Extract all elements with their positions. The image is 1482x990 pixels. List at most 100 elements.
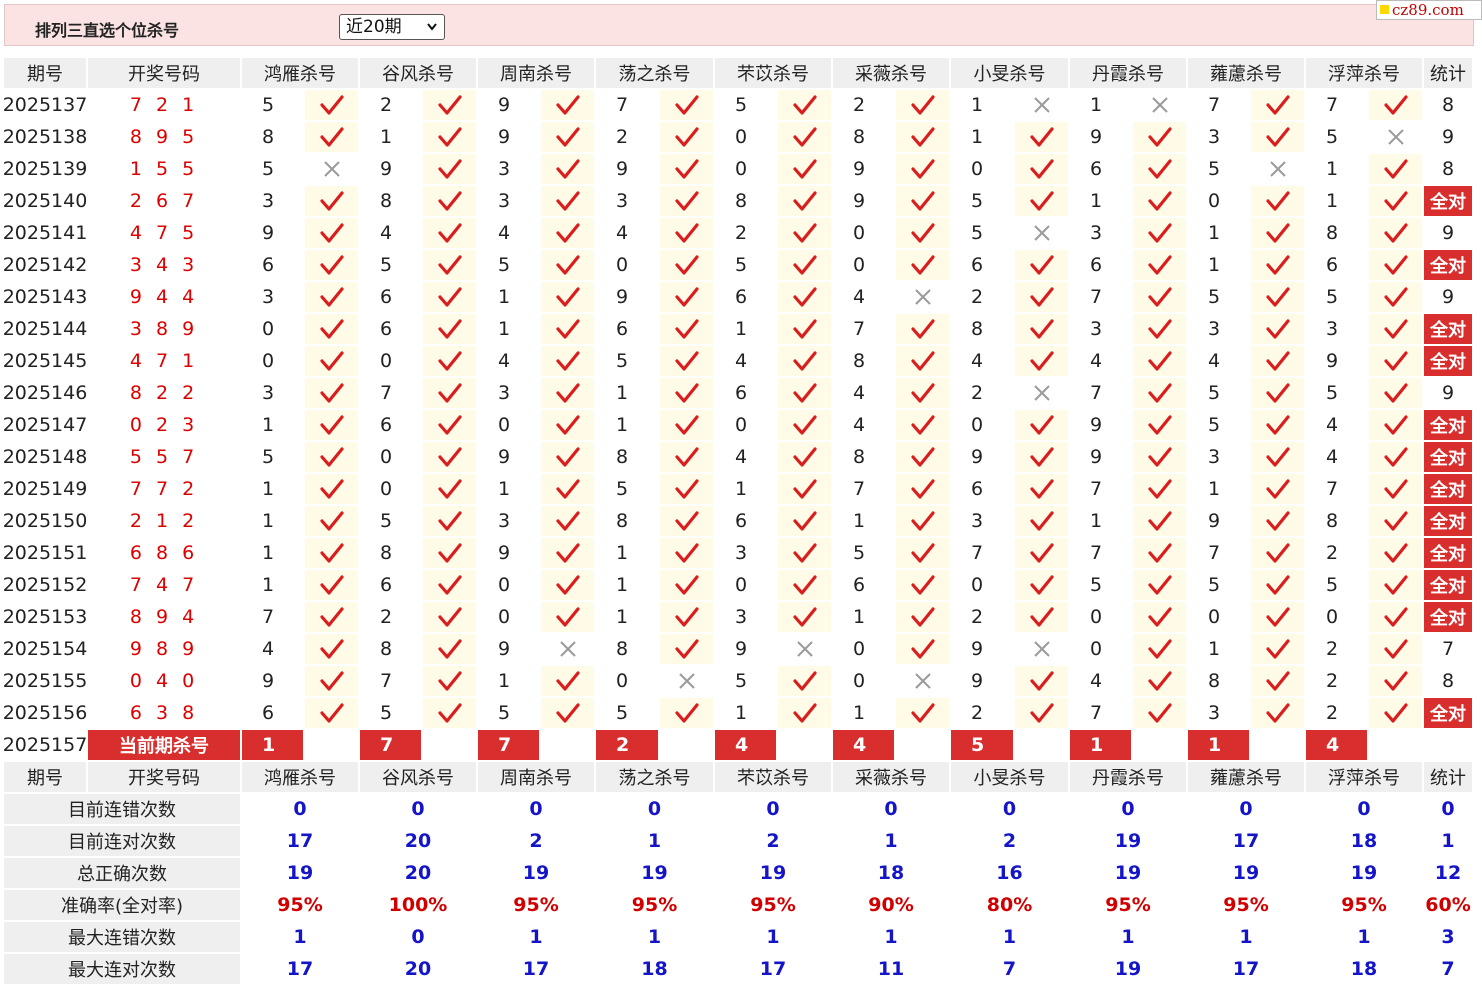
kill-number: 6 bbox=[833, 570, 896, 602]
kill-number: 3 bbox=[478, 378, 541, 410]
check-icon bbox=[423, 442, 478, 474]
kill-number: 3 bbox=[1188, 314, 1251, 346]
check-icon bbox=[1133, 442, 1188, 474]
check-icon bbox=[423, 698, 478, 730]
stat-value: 2 bbox=[951, 826, 1070, 858]
kill-number: 6 bbox=[1070, 250, 1133, 282]
check-icon bbox=[896, 538, 951, 570]
check-icon bbox=[541, 282, 596, 314]
kill-number: 4 bbox=[1188, 346, 1251, 378]
kill-number: 9 bbox=[833, 154, 896, 186]
check-icon bbox=[1251, 346, 1306, 378]
check-icon bbox=[896, 506, 951, 538]
kill-number: 4 bbox=[951, 346, 1015, 378]
check-icon bbox=[660, 570, 715, 602]
stat-value: 1 bbox=[833, 826, 951, 858]
correct-count: 8 bbox=[1424, 154, 1474, 186]
check-icon bbox=[541, 122, 596, 154]
draw-number: 8 2 2 bbox=[88, 378, 242, 410]
kill-number: 5 bbox=[596, 346, 660, 378]
check-icon bbox=[1133, 538, 1188, 570]
header-bar: 排列三直选个位杀号 近20期 bbox=[4, 4, 1474, 46]
current-kill-number: 1 bbox=[242, 730, 305, 762]
check-icon bbox=[1251, 474, 1306, 506]
kill-number: 0 bbox=[833, 666, 896, 698]
check-icon bbox=[1251, 186, 1306, 218]
issue-number: 2025138 bbox=[3, 122, 88, 154]
bottom-header-12: 统计 bbox=[1424, 762, 1474, 794]
kill-number: 1 bbox=[715, 698, 778, 730]
kill-number: 0 bbox=[596, 666, 660, 698]
stat-value: 1 bbox=[1424, 826, 1474, 858]
kill-number: 2 bbox=[1306, 698, 1369, 730]
kill-number: 4 bbox=[360, 218, 423, 250]
kill-number: 7 bbox=[951, 538, 1015, 570]
kill-number: 3 bbox=[242, 378, 305, 410]
kill-number: 5 bbox=[1188, 282, 1251, 314]
stat-label: 目前连对次数 bbox=[4, 826, 242, 858]
check-icon bbox=[1133, 570, 1188, 602]
all-correct-badge: 全对 bbox=[1424, 442, 1474, 474]
check-icon bbox=[1369, 442, 1424, 474]
kill-number: 0 bbox=[1070, 634, 1133, 666]
check-icon bbox=[660, 538, 715, 570]
period-select[interactable]: 近20期 bbox=[339, 14, 445, 40]
check-icon bbox=[660, 346, 715, 378]
check-icon bbox=[541, 666, 596, 698]
check-icon bbox=[541, 474, 596, 506]
kill-number: 0 bbox=[833, 218, 896, 250]
kill-number: 6 bbox=[951, 250, 1015, 282]
bottom-header-1: 开奖号码 bbox=[88, 762, 242, 794]
kill-number: 9 bbox=[596, 154, 660, 186]
top-header-9: 丹霞杀号 bbox=[1070, 58, 1188, 90]
current-kill-number: 4 bbox=[833, 730, 896, 762]
kill-number: 0 bbox=[1070, 602, 1133, 634]
draw-number: 0 2 3 bbox=[88, 410, 242, 442]
kill-number: 8 bbox=[833, 442, 896, 474]
kill-number: 8 bbox=[242, 122, 305, 154]
check-icon bbox=[1369, 538, 1424, 570]
draw-number: 6 3 8 bbox=[88, 698, 242, 730]
issue-number: 2025143 bbox=[3, 282, 88, 314]
kill-number: 7 bbox=[242, 602, 305, 634]
kill-number: 6 bbox=[715, 506, 778, 538]
stat-value: 7 bbox=[951, 954, 1070, 986]
check-icon bbox=[305, 250, 360, 282]
kill-number: 1 bbox=[1188, 474, 1251, 506]
cross-icon bbox=[1015, 634, 1070, 666]
stat-value: 1 bbox=[715, 922, 833, 954]
kill-number: 1 bbox=[360, 122, 423, 154]
check-icon bbox=[305, 442, 360, 474]
check-icon bbox=[423, 506, 478, 538]
check-icon bbox=[423, 570, 478, 602]
bottom-header-3: 谷风杀号 bbox=[360, 762, 478, 794]
stat-value: 0 bbox=[478, 794, 596, 826]
correct-count: 9 bbox=[1424, 378, 1474, 410]
kill-number: 1 bbox=[1070, 186, 1133, 218]
check-icon bbox=[896, 346, 951, 378]
stat-value: 19 bbox=[1070, 858, 1188, 890]
kill-number: 6 bbox=[360, 410, 423, 442]
stat-value: 20 bbox=[360, 826, 478, 858]
site-badge-link[interactable]: cz89.com bbox=[1376, 0, 1482, 20]
issue-number: 2025147 bbox=[3, 410, 88, 442]
kill-number: 1 bbox=[596, 570, 660, 602]
current-kill-empty bbox=[1251, 730, 1306, 762]
all-correct-badge: 全对 bbox=[1424, 570, 1474, 602]
issue-number: 2025140 bbox=[3, 186, 88, 218]
check-icon bbox=[1369, 602, 1424, 634]
kill-number: 5 bbox=[242, 90, 305, 122]
kill-number: 6 bbox=[242, 250, 305, 282]
kill-number: 3 bbox=[242, 186, 305, 218]
stat-value: 95% bbox=[242, 890, 360, 922]
all-correct-badge: 全对 bbox=[1424, 506, 1474, 538]
current-kill-number: 7 bbox=[360, 730, 423, 762]
kill-number: 5 bbox=[1306, 378, 1369, 410]
check-icon bbox=[1251, 538, 1306, 570]
draw-number: 8 9 5 bbox=[88, 122, 242, 154]
current-kill-number: 5 bbox=[951, 730, 1015, 762]
check-icon bbox=[423, 666, 478, 698]
stat-value: 19 bbox=[1070, 954, 1188, 986]
issue-number: 2025141 bbox=[3, 218, 88, 250]
cross-icon bbox=[778, 634, 833, 666]
